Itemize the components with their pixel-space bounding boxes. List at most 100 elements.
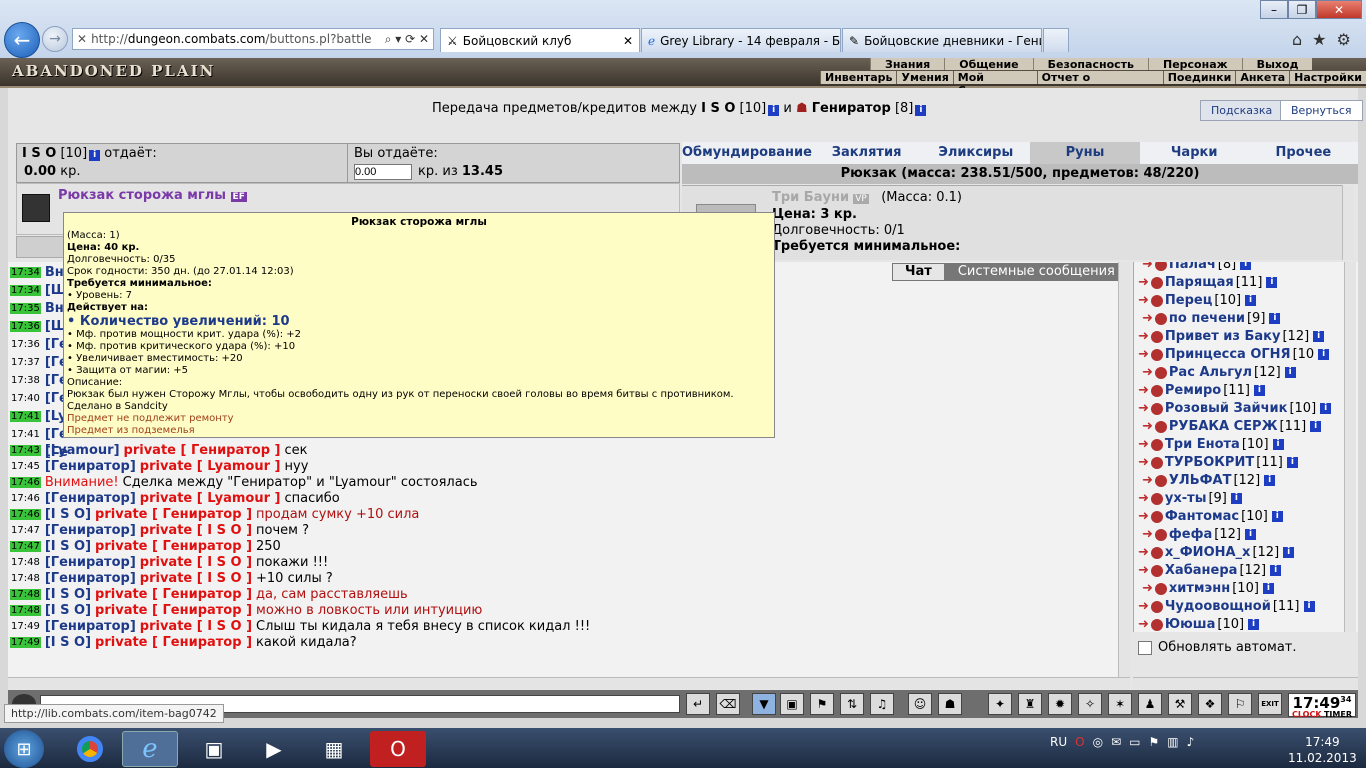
user-name[interactable]: УЛЬФАТ bbox=[1169, 473, 1232, 488]
inventory-scrollbar[interactable] bbox=[1342, 185, 1354, 260]
menu-knowledge[interactable]: Знания bbox=[870, 58, 945, 71]
tab-other[interactable]: Прочее bbox=[1249, 142, 1358, 164]
chat-time[interactable]: 17:48 bbox=[10, 588, 41, 600]
inv-item-name[interactable]: Три Бауни bbox=[772, 190, 849, 205]
menu-settings[interactable]: Настройки bbox=[1289, 71, 1366, 84]
arrow-icon[interactable]: ➜ bbox=[1138, 437, 1149, 452]
chat-scrollbar[interactable] bbox=[1118, 262, 1130, 677]
info-icon[interactable]: i bbox=[915, 105, 927, 116]
skill6-icon[interactable]: ⚒ bbox=[1168, 693, 1192, 715]
user-row[interactable]: ➜ Хабанера [12] i bbox=[1138, 562, 1282, 579]
toolbar-icons[interactable]: ⌂ ★ ⚙ bbox=[1292, 30, 1351, 49]
chat-private[interactable]: private [ Lyamour ] bbox=[140, 491, 281, 506]
user-name[interactable]: по печени bbox=[1169, 311, 1245, 326]
user-name[interactable]: РУБАКА СЕРЖ bbox=[1169, 419, 1278, 434]
minimize-button[interactable]: – bbox=[1260, 0, 1288, 19]
chat-private[interactable]: private [ I S O ] bbox=[140, 555, 252, 570]
menu-exit[interactable]: Выход bbox=[1241, 58, 1313, 71]
chat-nick[interactable]: Вн bbox=[45, 301, 64, 316]
menu-scroll[interactable]: Мой Скролл bbox=[952, 71, 1037, 97]
chat-time[interactable]: 17:48 bbox=[10, 573, 41, 584]
exit-icon[interactable]: EXIT bbox=[1258, 693, 1282, 715]
filter-icon[interactable]: ▼ bbox=[752, 693, 776, 715]
skill3-icon[interactable]: ✧ bbox=[1078, 693, 1102, 715]
chat-nick[interactable]: [I S O] bbox=[45, 603, 91, 618]
menu-inventory[interactable]: Инвентарь bbox=[820, 71, 896, 84]
menu-fights[interactable]: Поединки bbox=[1162, 71, 1236, 84]
info-icon[interactable]: i bbox=[1264, 475, 1276, 486]
helmet-icon[interactable]: ☗ bbox=[938, 693, 962, 715]
info-icon[interactable]: i bbox=[1284, 367, 1296, 378]
tab-diaries[interactable]: ✎ Бойцовские дневники - Гени... bbox=[842, 28, 1042, 52]
chat-private[interactable]: private [ I S O ] bbox=[140, 523, 252, 538]
save-icon[interactable]: ▣ bbox=[780, 693, 804, 715]
arrow-icon[interactable]: ➜ bbox=[1142, 581, 1153, 596]
hint-button[interactable]: Подсказка bbox=[1200, 100, 1284, 121]
windows-start-icon[interactable]: ⊞ bbox=[4, 730, 44, 768]
bag-item-icon[interactable] bbox=[22, 194, 50, 222]
chat-nick[interactable]: [Гениратор] bbox=[45, 523, 136, 538]
gear-icon[interactable]: ⚙ bbox=[1337, 30, 1351, 49]
volume-icon[interactable]: ♪ bbox=[1187, 735, 1195, 749]
arrow-icon[interactable]: ➜ bbox=[1138, 401, 1149, 416]
user-name[interactable]: Розовый Зайчик bbox=[1165, 401, 1288, 416]
chat-nick[interactable]: [I S O] bbox=[45, 635, 91, 650]
arrow-icon[interactable]: ➜ bbox=[1142, 262, 1153, 272]
chat-time[interactable]: 17:49 bbox=[10, 636, 41, 648]
info-icon[interactable]: i bbox=[1313, 331, 1325, 342]
user-row[interactable]: ➜ Чудоовощной [11] i bbox=[1138, 598, 1315, 615]
chat-time[interactable]: 17:43 bbox=[10, 444, 41, 456]
arrow-icon[interactable]: ➜ bbox=[1138, 617, 1149, 632]
chat-private[interactable]: private [ Гениратор ] bbox=[95, 507, 252, 522]
info-icon[interactable]: i bbox=[768, 105, 780, 116]
user-row[interactable]: ➜ Фантомас [10] i bbox=[1138, 508, 1283, 525]
tab-runes[interactable]: Руны bbox=[1030, 142, 1140, 164]
arrow-icon[interactable]: ➜ bbox=[1138, 509, 1149, 524]
info-icon[interactable]: i bbox=[1272, 439, 1284, 450]
arrow-icon[interactable]: ➜ bbox=[1138, 455, 1149, 470]
userlist-scrollbar[interactable] bbox=[1344, 262, 1356, 632]
chat-private[interactable]: private [ I S O ] bbox=[140, 619, 252, 634]
arrow-icon[interactable]: ➜ bbox=[1142, 365, 1153, 380]
info-icon[interactable]: i bbox=[1240, 262, 1252, 270]
close-icon[interactable]: ✕ bbox=[623, 34, 633, 48]
chat-time[interactable]: 17:48 bbox=[10, 604, 41, 616]
user-name[interactable]: Привет из Баку bbox=[1165, 329, 1281, 344]
tray-icon[interactable]: ▭ bbox=[1129, 735, 1140, 749]
chat-time[interactable]: 17:45 bbox=[10, 461, 41, 472]
user-row[interactable]: ➜ РУБАКА СЕРЖ [11] i bbox=[1142, 418, 1322, 435]
info-icon[interactable]: i bbox=[1303, 601, 1315, 612]
back-button[interactable]: ← bbox=[4, 22, 40, 58]
user-name[interactable]: Ююша bbox=[1165, 617, 1215, 632]
close-window-button[interactable]: ✕ bbox=[1316, 0, 1362, 19]
maximize-button[interactable]: ❐ bbox=[1288, 0, 1316, 19]
skill2-icon[interactable]: ✹ bbox=[1048, 693, 1072, 715]
info-icon[interactable]: i bbox=[1244, 529, 1256, 540]
opera-tray-icon[interactable]: O bbox=[1075, 735, 1084, 749]
info-icon[interactable]: i bbox=[1262, 583, 1274, 594]
info-icon[interactable]: i bbox=[1253, 385, 1265, 396]
chat-time[interactable]: 17:47 bbox=[10, 540, 41, 552]
user-name[interactable]: Перец bbox=[1165, 293, 1212, 308]
back-game-button[interactable]: Вернуться bbox=[1280, 100, 1363, 121]
menu-character[interactable]: Персонаж bbox=[1148, 58, 1242, 71]
smile-icon[interactable]: ☺ bbox=[908, 693, 932, 715]
arrow-icon[interactable]: ➜ bbox=[1138, 329, 1149, 344]
user-name[interactable]: Рас Альгул bbox=[1169, 365, 1252, 380]
user-row[interactable]: ➜ Рас Альгул [12] i bbox=[1142, 364, 1296, 381]
media-player-icon[interactable]: ▶ bbox=[246, 731, 302, 767]
arrow-icon[interactable]: ➜ bbox=[1138, 545, 1149, 560]
arrow-icon[interactable]: ➜ bbox=[1138, 491, 1149, 506]
home-icon[interactable]: ⌂ bbox=[1292, 30, 1302, 49]
user-row[interactable]: ➜ Ремиро [11] i bbox=[1138, 382, 1265, 399]
bag-icon[interactable]: ♜ bbox=[1018, 693, 1042, 715]
tab-elixirs[interactable]: Эликсиры bbox=[921, 142, 1030, 164]
arrow-icon[interactable]: ➜ bbox=[1142, 419, 1153, 434]
arrow-icon[interactable]: ➜ bbox=[1138, 383, 1149, 398]
menu-communication[interactable]: Общение bbox=[944, 58, 1033, 71]
chat-time[interactable]: 17:47 bbox=[10, 525, 41, 536]
star-icon[interactable]: ★ bbox=[1312, 30, 1326, 49]
opera-icon[interactable]: O bbox=[370, 731, 426, 767]
skill7-icon[interactable]: ❖ bbox=[1198, 693, 1222, 715]
chat-time[interactable]: 17:48 bbox=[10, 557, 41, 568]
